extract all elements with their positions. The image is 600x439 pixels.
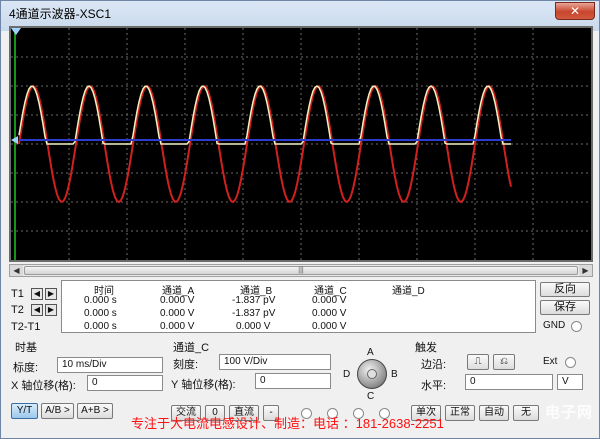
watermark-text: 专注于大电流电感设计、制造：电话 ：181-2638-2251 bbox=[131, 416, 444, 431]
knob-label-d: D bbox=[343, 369, 351, 380]
trigger-marker-icon bbox=[11, 28, 21, 35]
trigger-normal-button[interactable]: 正常 bbox=[445, 405, 475, 421]
trigger-ext-radio[interactable] bbox=[565, 357, 576, 368]
trigger-ext-label: Ext bbox=[543, 356, 558, 367]
cursor-t2-label: T2 bbox=[11, 304, 24, 316]
close-button[interactable]: ✕ bbox=[555, 2, 595, 20]
trigger-level-label: 水平: bbox=[421, 380, 447, 392]
oscilloscope-window: 4通道示波器-XSC1 ✕ ◀ ||| ▶ T1 ◀ ▶ T2 ◀ ▶ T2-T… bbox=[0, 0, 600, 439]
scroll-right-icon[interactable]: ▶ bbox=[579, 265, 592, 276]
x-position-field[interactable]: 0 bbox=[87, 375, 163, 391]
reverse-button[interactable]: 反向 bbox=[540, 282, 590, 297]
channel-title: 通道_C bbox=[173, 342, 210, 354]
scope-canvas bbox=[11, 28, 591, 260]
table-cell: 0.000 V bbox=[312, 321, 347, 332]
table-cell: 0.000 s bbox=[84, 308, 117, 319]
table-cell: -1.837 pV bbox=[232, 308, 276, 319]
y-position-label: Y 轴位移(格): bbox=[171, 379, 236, 391]
trigger-edge-label: 边沿: bbox=[421, 359, 447, 371]
mode-yt-button[interactable]: Y/T bbox=[11, 403, 38, 419]
falling-edge-icon[interactable]: ⎌ bbox=[493, 354, 515, 370]
table-cell: 0.000 s bbox=[84, 321, 117, 332]
table-cell: 0.000 V bbox=[160, 295, 195, 306]
scope-display bbox=[9, 26, 593, 262]
table-cell: 0.000 s bbox=[84, 295, 117, 306]
trigger-none-button[interactable]: 无 bbox=[513, 405, 539, 421]
knob-label-c: C bbox=[367, 391, 375, 402]
t1-left-arrow-icon[interactable]: ◀ bbox=[31, 288, 43, 300]
time-scrollbar[interactable]: ◀ ||| ▶ bbox=[9, 264, 593, 277]
measurement-table: 时间 通道_A 通道_B 通道_C 通道_D 0.000 s 0.000 V -… bbox=[61, 280, 536, 333]
table-cell: 0.000 V bbox=[312, 308, 347, 319]
table-cell: 0.000 V bbox=[312, 295, 347, 306]
cursor-delta-label: T2-T1 bbox=[11, 321, 41, 333]
channel-selector-knob[interactable] bbox=[357, 359, 387, 389]
t2-left-arrow-icon[interactable]: ◀ bbox=[31, 304, 43, 316]
col-header-channel-d: 通道_D bbox=[392, 286, 425, 297]
site-logo: 电子网 bbox=[544, 404, 593, 421]
timebase-scale-label: 标度: bbox=[13, 362, 39, 374]
t1-right-arrow-icon[interactable]: ▶ bbox=[45, 288, 57, 300]
channel-scale-field[interactable]: 100 V/Div bbox=[219, 354, 331, 370]
timebase-scale-field[interactable]: 10 ms/Div bbox=[57, 357, 163, 373]
table-cell: 0.000 V bbox=[160, 321, 195, 332]
knob-label-a: A bbox=[367, 347, 374, 358]
knob-center-icon bbox=[367, 369, 377, 379]
x-position-label: X 轴位移(格): bbox=[11, 380, 76, 392]
table-cell: -1.837 pV bbox=[232, 295, 276, 306]
trigger-auto-button[interactable]: 自动 bbox=[479, 405, 509, 421]
t2-right-arrow-icon[interactable]: ▶ bbox=[45, 304, 57, 316]
trigger-level-field[interactable]: 0 bbox=[465, 374, 553, 390]
measurement-area: T1 ◀ ▶ T2 ◀ ▶ T2-T1 时间 通道_A 通道_B 通道_C 通道… bbox=[9, 280, 593, 335]
mode-aplusb-button[interactable]: A+B > bbox=[77, 403, 113, 419]
scroll-thumb[interactable]: ||| bbox=[24, 266, 578, 275]
rising-edge-icon[interactable]: ⎍ bbox=[467, 354, 489, 370]
knob-label-b: B bbox=[391, 369, 398, 380]
y-position-field[interactable]: 0 bbox=[255, 373, 331, 389]
channel-scale-label: 刻度: bbox=[173, 359, 199, 371]
cursor-t1-label: T1 bbox=[11, 288, 24, 300]
save-button[interactable]: 保存 bbox=[540, 300, 590, 315]
trigger-level-unit[interactable]: V bbox=[557, 374, 583, 390]
title-bar[interactable]: 4通道示波器-XSC1 ✕ bbox=[1, 1, 599, 23]
gnd-radio[interactable] bbox=[571, 321, 582, 332]
table-cell: 0.000 V bbox=[160, 308, 195, 319]
timebase-title: 时基 bbox=[15, 342, 37, 354]
scroll-left-icon[interactable]: ◀ bbox=[10, 265, 23, 276]
gnd-label: GND bbox=[543, 320, 566, 331]
window-title: 4通道示波器-XSC1 bbox=[9, 7, 112, 21]
mode-ab-button[interactable]: A/B > bbox=[41, 403, 74, 419]
trigger-title: 触发 bbox=[415, 342, 437, 354]
scroll-grip-icon: ||| bbox=[298, 267, 304, 274]
table-cell: 0.000 V bbox=[236, 321, 271, 332]
